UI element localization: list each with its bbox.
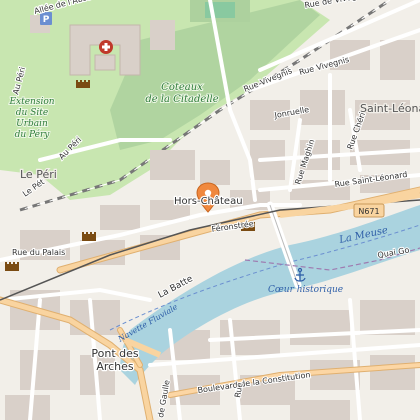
n671-text: N671 — [358, 207, 379, 216]
label-urbain: Urbain — [16, 119, 48, 129]
map-canvas[interactable]: P Allée de l'Absent Rue de Vivegnis Cote… — [0, 0, 420, 420]
hospital-icon[interactable] — [99, 40, 113, 54]
building — [150, 20, 175, 50]
label-du-site: du Site — [16, 108, 48, 118]
label-coteaux: Coteaux — [161, 82, 203, 93]
label-rue-du-palais: Rue du Palais — [12, 248, 65, 257]
label-extension: Extension — [8, 97, 54, 107]
citadel-building-inner — [94, 54, 116, 71]
label-coteaux-citadelle: de la Citadelle — [145, 94, 218, 105]
label-du-pery: du Péry — [15, 129, 51, 140]
label-hors-chateau: Hors-Château — [174, 195, 243, 207]
label-coeur-historique: Cœur historique — [268, 285, 343, 295]
road-shield-n671: N671 — [353, 203, 385, 218]
parking-letter: P — [43, 15, 50, 25]
label-saint-leonard-place: Saint-Léonar — [360, 102, 420, 115]
map-view[interactable]: P Allée de l'Absent Rue de Vivegnis Cote… — [0, 0, 420, 420]
label-arches: Arches — [96, 360, 134, 373]
label-pont-des: Pont des — [91, 347, 139, 360]
